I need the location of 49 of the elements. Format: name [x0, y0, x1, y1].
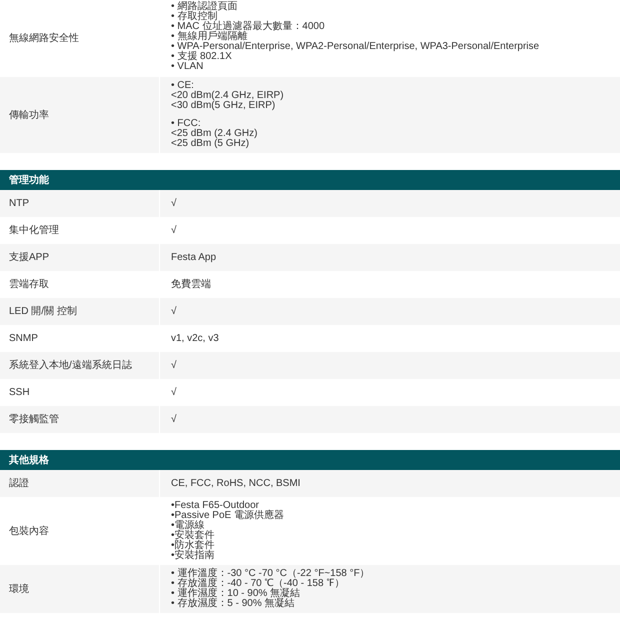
spec-value: •Passive PoE 電源供應器 — [171, 511, 285, 521]
spec-label: SSH — [9, 386, 30, 400]
spec-label: 支援APP — [9, 250, 50, 265]
spec-label: SNMP — [9, 332, 38, 346]
spec-value: <25 dBm (2.4 GHz) — [171, 129, 258, 139]
spec-label: 無線網路安全性 — [9, 32, 79, 46]
spec-value: •安裝套件 — [171, 531, 216, 541]
spec-value: • FCC: — [171, 119, 201, 129]
spec-label: LED 開/關 控制 — [9, 304, 77, 319]
spec-value: •防水套件 — [171, 541, 216, 551]
spec-label: 集中化管理 — [9, 224, 59, 238]
spec-label: 雲端存取 — [9, 278, 49, 292]
spec-value: • 運作溫度：-30 °C -70 °C（-22 °F~158 °F） — [171, 569, 371, 579]
spec-value: • VLAN — [171, 62, 204, 72]
spec-value: √ — [171, 386, 176, 400]
section-header: 管理功能 — [0, 170, 620, 190]
spec-label: 包裝內容 — [9, 524, 49, 538]
spec-value: •電源線 — [171, 521, 205, 531]
spec-value: • MAC 位址過濾器最大數量：4000 — [171, 22, 326, 32]
spec-value: v1, v2c, v3 — [171, 332, 219, 346]
spec-label: 零接觸監管 — [9, 412, 59, 427]
spec-value: • 存放溫度：-40 - 70 ℃（-40 - 158 ℉） — [171, 579, 346, 589]
spec-value: • 無線用戶端隔離 — [171, 32, 248, 42]
spec-value: •安裝指南 — [171, 551, 216, 561]
spec-value: <20 dBm(2.4 GHz, EIRP) — [171, 91, 285, 101]
spec-value: 免費雲端 — [171, 278, 211, 292]
spec-value: Festa App — [171, 251, 216, 265]
spec-value: √ — [171, 197, 176, 211]
spec-label: NTP — [9, 197, 29, 211]
spec-value: • 存取控制 — [171, 12, 218, 22]
spec-label: 環境 — [9, 582, 29, 596]
spec-value: √ — [171, 305, 176, 319]
spec-value: • 運作濕度：10 - 90% 無凝結 — [171, 589, 302, 599]
spec-value: • 存放濕度：5 - 90% 無凝結 — [171, 599, 296, 609]
spec-value: √ — [171, 224, 176, 238]
spec-value: • 網路認證頁面 — [171, 2, 238, 12]
spec-label: 傳輸功率 — [9, 108, 49, 122]
spec-label: 系統登入本地/遠端系統日誌 — [9, 358, 132, 373]
spec-value: CE, FCC, RoHS, NCC, BSMI — [171, 477, 300, 491]
spec-value: <30 dBm(5 GHz, EIRP) — [171, 101, 276, 111]
section-header: 其他規格 — [0, 450, 620, 470]
spec-value: • CE: — [171, 81, 194, 91]
spec-value: • 支援 802.1X — [171, 52, 232, 62]
spec-value: <25 dBm (5 GHz) — [171, 139, 250, 149]
spec-value: • WPA-Personal/Enterprise, WPA2-Personal/Enterprise, WPA3-Personal/Enterprise — [171, 42, 540, 52]
spec-label: 認證 — [9, 476, 29, 491]
spec-value: √ — [171, 413, 176, 427]
spec-value: √ — [171, 359, 176, 373]
spec-value: •Festa F65-Outdoor — [171, 501, 259, 511]
